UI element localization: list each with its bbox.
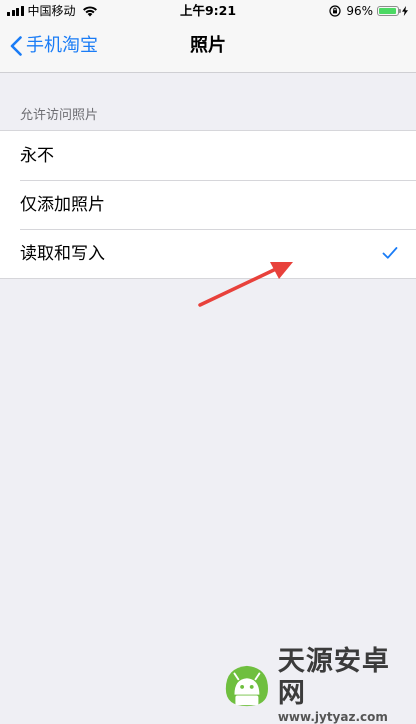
status-right: 96% xyxy=(329,4,408,18)
rotation-lock-icon xyxy=(329,5,341,17)
option-label: 仅添加照片 xyxy=(20,194,105,215)
option-add-photos-only[interactable]: 仅添加照片 xyxy=(0,180,416,229)
android-logo-icon xyxy=(225,665,268,707)
watermark-url: www.jytyaz.com xyxy=(277,710,388,724)
battery-icon xyxy=(377,6,401,16)
option-read-and-write[interactable]: 读取和写入 xyxy=(0,229,416,278)
option-label: 读取和写入 xyxy=(20,243,105,264)
navigation-bar: 手机淘宝 照片 xyxy=(0,22,416,73)
watermark: 天源安卓网 www.jytyaz.com xyxy=(222,646,412,724)
section-header: 允许访问照片 xyxy=(20,108,99,123)
battery-percent: 96% xyxy=(346,4,373,18)
status-bar: 中国移动 上午9:21 96% xyxy=(0,0,416,22)
battery-fill xyxy=(379,8,397,14)
watermark-title: 天源安卓网 xyxy=(277,646,390,709)
page-title: 照片 xyxy=(190,35,226,56)
watermark-text: 天源安卓网 www.jytyaz.com xyxy=(278,646,412,724)
charging-icon xyxy=(402,6,408,16)
checkmark-icon xyxy=(382,247,398,259)
option-label: 永不 xyxy=(20,145,54,166)
option-never[interactable]: 永不 xyxy=(0,131,416,180)
permission-options: 永不 仅添加照片 读取和写入 xyxy=(0,130,416,279)
